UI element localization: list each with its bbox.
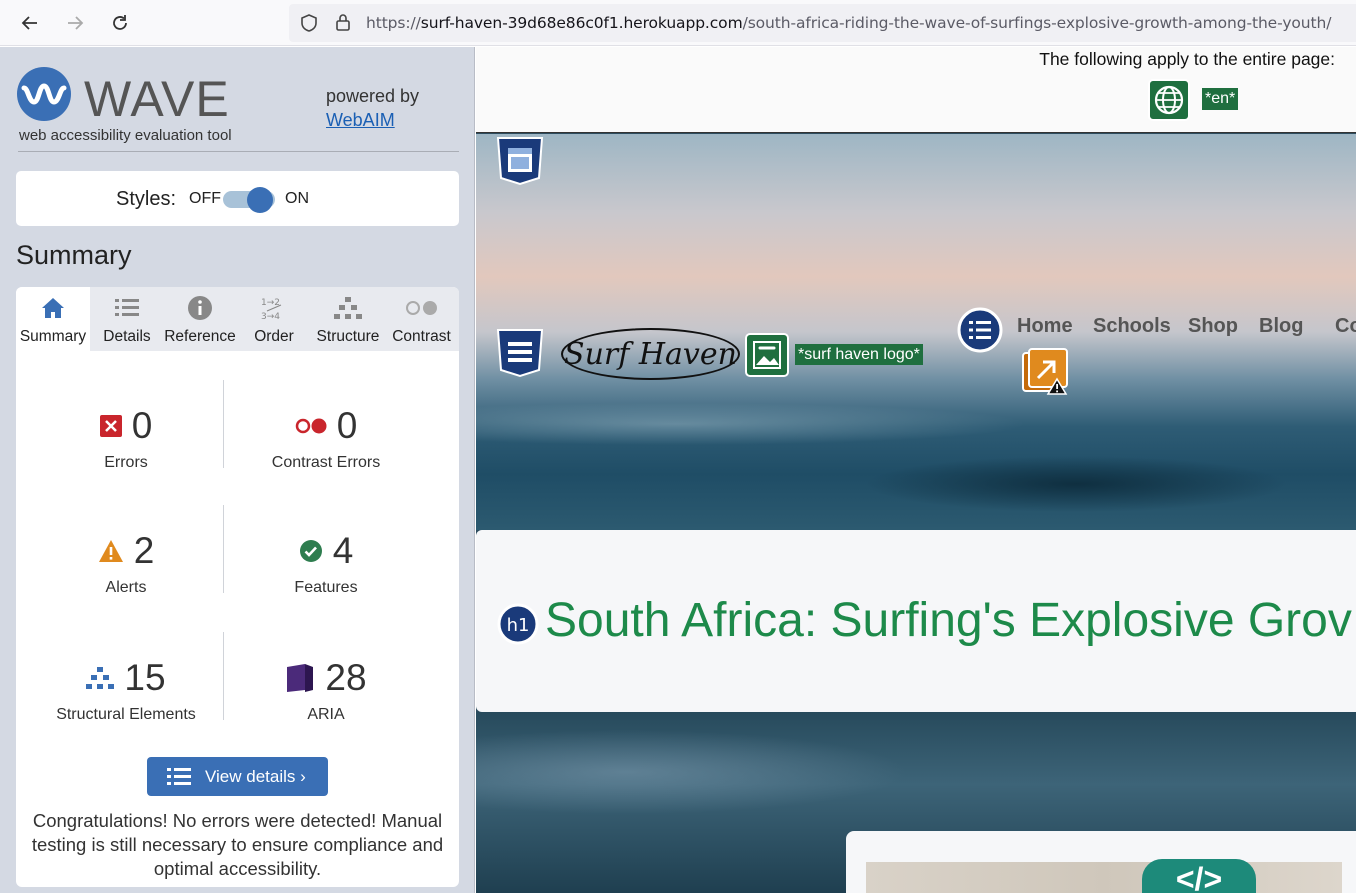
styles-label: Styles: — [116, 188, 177, 210]
nav-blog-link[interactable]: Blog — [1259, 315, 1303, 338]
nav-landmark-icon[interactable] — [495, 328, 545, 378]
divider — [223, 505, 224, 593]
home-icon — [42, 298, 64, 318]
summary-heading: Summary — [16, 240, 132, 270]
redundant-link-icon — [1022, 348, 1068, 395]
back-button[interactable] — [15, 8, 45, 38]
contrast-errors-stat[interactable]: 0 Contrast Errors — [226, 405, 426, 472]
browser-toolbar: https://surf-haven-39d68e86c0f1.herokuap… — [0, 0, 1356, 46]
order-icon: 1→23→4 — [261, 298, 282, 321]
congrats-message: Congratulations! No errors were detected… — [31, 810, 444, 879]
reload-button[interactable] — [105, 8, 135, 38]
view-details-button[interactable]: View details › — [147, 757, 328, 796]
reload-icon — [113, 15, 127, 30]
back-arrow-icon — [21, 16, 37, 30]
errors-stat[interactable]: 0 Errors — [26, 405, 226, 472]
url-bar[interactable]: https://surf-haven-39d68e86c0f1.herokuap… — [289, 4, 1356, 42]
webaim-link[interactable]: WebAIM — [326, 110, 395, 130]
divider — [223, 632, 224, 720]
wave-logo-icon — [17, 67, 71, 121]
svg-text:3→4: 3→4 — [261, 312, 280, 321]
wave-brand: WAVE — [84, 71, 230, 127]
alerts-stat[interactable]: 2 Alerts — [26, 530, 226, 597]
linked-image-alt-icon — [745, 333, 789, 377]
contrast-error-icon — [295, 418, 327, 434]
forward-button[interactable] — [60, 8, 90, 38]
url-text: https://surf-haven-39d68e86c0f1.herokuap… — [366, 14, 1332, 32]
info-icon — [188, 296, 212, 320]
wave-sidebar: WAVE web accessibility evaluation tool p… — [0, 47, 475, 893]
header-region-icon — [496, 137, 544, 186]
list-icon — [115, 299, 139, 316]
styles-toggle-box: Styles: OFF ON — [16, 171, 459, 226]
article-card — [846, 831, 1356, 893]
code-element-icon[interactable]: </> — [1142, 859, 1256, 893]
nav-shop-link[interactable]: Shop — [1188, 315, 1238, 338]
logo-alt-text: *surf haven logo* — [795, 344, 923, 365]
summary-panel: Summary Details Reference 1→2 3→4 Order S… — [16, 287, 459, 887]
feature-check-icon — [299, 540, 322, 562]
web-page: The following apply to the entire page: … — [476, 47, 1356, 893]
contrast-icon — [405, 301, 437, 315]
tab-reference[interactable]: Reference — [164, 287, 236, 351]
redundant-link-alert-icon[interactable] — [1021, 347, 1071, 397]
article-image — [866, 862, 1342, 893]
tab-structure[interactable]: Structure — [312, 287, 384, 351]
language-tag: *en* — [1202, 88, 1239, 110]
nav-contact-link[interactable]: Con — [1335, 315, 1356, 338]
aria-cube-icon — [287, 664, 314, 692]
wave-tabs: Summary Details Reference 1→2 3→4 Order S… — [16, 287, 459, 351]
lock-icon[interactable] — [333, 12, 353, 32]
list-icon — [167, 767, 191, 785]
features-stat[interactable]: 4 Features — [226, 530, 426, 597]
structure-icon — [334, 297, 362, 319]
linked-image-icon[interactable] — [745, 333, 789, 377]
powered-by: powered by WebAIM — [326, 86, 420, 130]
tab-order[interactable]: 1→2 3→4 Order — [236, 287, 312, 351]
alert-icon — [98, 540, 123, 562]
svg-text:h1: h1 — [507, 615, 530, 636]
aria-stat[interactable]: 28 ARIA — [226, 657, 426, 724]
unordered-list-icon[interactable] — [956, 306, 1004, 354]
page-apply-text: The following apply to the entire page: — [1039, 49, 1335, 69]
divider — [18, 151, 459, 152]
styles-on-label: ON — [285, 190, 309, 207]
styles-off-label: OFF — [189, 190, 221, 207]
tab-details[interactable]: Details — [90, 287, 164, 351]
navigation-region-icon — [496, 329, 544, 378]
error-icon — [99, 415, 122, 437]
page-level-info: The following apply to the entire page: … — [476, 47, 1356, 133]
nav-schools-link[interactable]: Schools — [1093, 315, 1171, 338]
divider — [223, 380, 224, 468]
tab-contrast[interactable]: Contrast — [384, 287, 459, 351]
site-logo[interactable]: Surf Haven — [561, 328, 740, 380]
wave-subtitle: web accessibility evaluation tool — [19, 127, 232, 144]
language-icon[interactable] — [1147, 78, 1191, 122]
page-title: South Africa: Surfing's Explosive Grov — [545, 594, 1352, 647]
structural-stat[interactable]: 15 Structural Elements — [26, 657, 226, 724]
header-landmark-icon[interactable] — [495, 136, 545, 186]
tab-summary[interactable]: Summary — [16, 287, 90, 351]
shield-icon[interactable] — [299, 13, 319, 33]
list-feature-icon — [957, 307, 1003, 353]
h1-icon[interactable]: h1 — [497, 603, 539, 645]
forward-arrow-icon — [68, 16, 84, 30]
article-header: h1 South Africa: Surfing's Explosive Gro… — [476, 530, 1356, 712]
globe-icon — [1148, 79, 1190, 121]
styles-toggle-knob[interactable] — [247, 187, 273, 213]
structure-icon — [86, 667, 115, 689]
nav-home-link[interactable]: Home — [1017, 315, 1073, 338]
